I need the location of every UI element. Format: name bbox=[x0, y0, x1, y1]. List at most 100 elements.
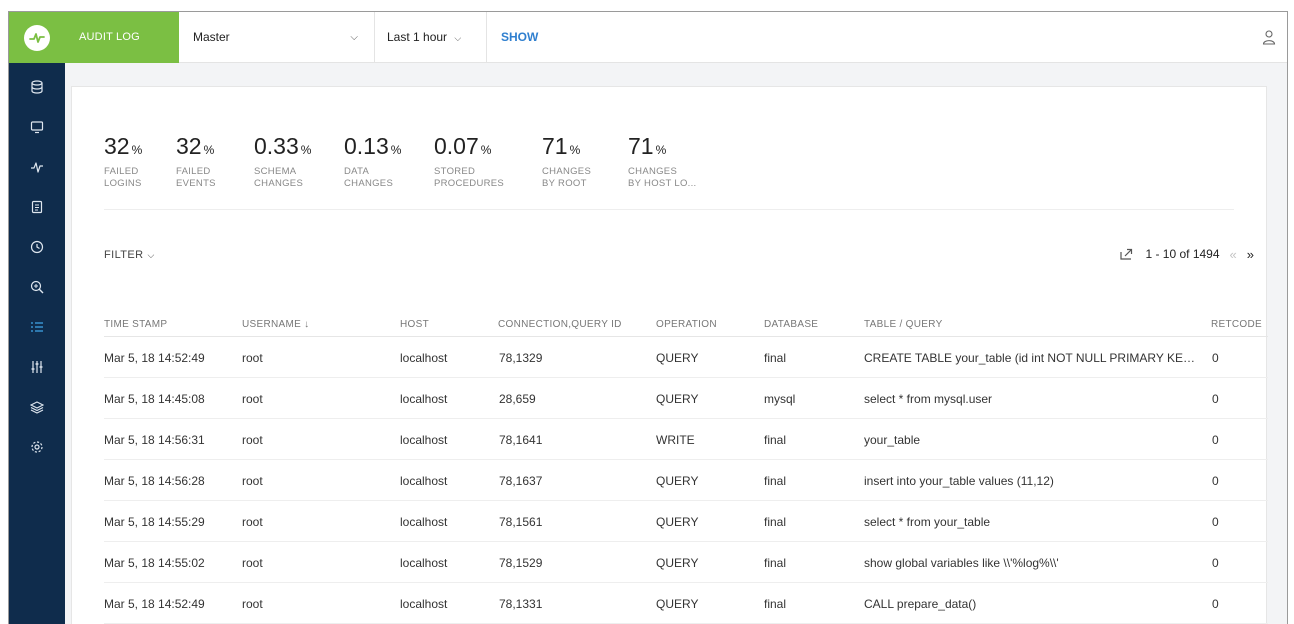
column-header-username[interactable]: USERNAME ↓ bbox=[242, 319, 309, 330]
sidebar-item-history[interactable] bbox=[9, 227, 65, 267]
audit-log-panel: 32% FAILED LOGINS 32% FAILED EVENTS 0.33% … bbox=[71, 86, 1268, 624]
layers-icon bbox=[30, 401, 44, 414]
column-header-retcode[interactable]: RETCODE bbox=[1211, 319, 1268, 330]
stat-unit: % bbox=[390, 143, 402, 157]
export-icon[interactable] bbox=[1119, 247, 1133, 261]
stat-value: 32 bbox=[104, 133, 130, 159]
column-header-host[interactable]: HOST bbox=[400, 319, 429, 330]
sidebar-item-activity[interactable] bbox=[9, 147, 65, 187]
stat-label: STORED bbox=[434, 166, 476, 177]
stat-schema-changes[interactable]: 0.33% SCHEMA CHANGES bbox=[254, 133, 311, 190]
filter-toggle[interactable]: FILTER ⌵ bbox=[104, 249, 155, 261]
stat-label: LOGINS bbox=[104, 178, 142, 189]
column-header-connection-query-id[interactable]: CONNECTION,QUERY ID bbox=[498, 319, 622, 330]
sidebar-item-document[interactable] bbox=[9, 187, 65, 227]
cell-username: root bbox=[242, 556, 263, 570]
stat-stored-procedures[interactable]: 0.07% STORED PROCEDURES bbox=[434, 133, 504, 190]
cell-operation: QUERY bbox=[656, 351, 699, 365]
stat-value: 0.07 bbox=[434, 133, 479, 159]
cell-database: final bbox=[764, 556, 787, 570]
stat-failed-events[interactable]: 32% FAILED EVENTS bbox=[176, 133, 216, 190]
stat-unit: % bbox=[203, 143, 215, 157]
time-range-select[interactable]: Last 1 hour ⌵ bbox=[375, 12, 487, 63]
stat-label: EVENTS bbox=[176, 178, 216, 189]
sidebar-item-query-analyzer[interactable] bbox=[9, 267, 65, 307]
server-select[interactable]: Master ⌵ bbox=[179, 12, 375, 63]
stat-changes-by-root[interactable]: 71% CHANGES BY ROOT bbox=[542, 133, 591, 190]
divider bbox=[104, 209, 1234, 210]
cell-timestamp: Mar 5, 18 14:52:49 bbox=[104, 597, 205, 611]
cell-database: mysql bbox=[764, 392, 796, 406]
column-header-database[interactable]: DATABASE bbox=[764, 319, 818, 330]
stat-label: PROCEDURES bbox=[434, 178, 505, 189]
table-row[interactable]: Mar 5, 18 14:55:29 root localhost 78,156… bbox=[104, 501, 1268, 542]
sidebar-item-monitor[interactable] bbox=[9, 107, 65, 147]
table-row[interactable]: Mar 5, 18 14:45:08 root localhost 28,659… bbox=[104, 378, 1268, 419]
cell-host: localhost bbox=[400, 351, 448, 365]
cell-database: final bbox=[764, 597, 787, 611]
module-tab-audit-log[interactable]: AUDIT LOG bbox=[65, 12, 179, 63]
table-row[interactable]: Mar 5, 18 14:52:49 root localhost 78,132… bbox=[104, 337, 1268, 378]
sliders-icon bbox=[31, 361, 43, 373]
stat-label: FAILED bbox=[104, 166, 139, 177]
logo-pulse-icon bbox=[24, 24, 50, 51]
show-button[interactable]: SHOW bbox=[487, 12, 552, 63]
cell-timestamp: Mar 5, 18 14:55:02 bbox=[104, 556, 205, 570]
cell-host: localhost bbox=[400, 556, 448, 570]
cell-connection-query-id: 78,1637 bbox=[499, 474, 543, 488]
cell-retcode: 0 bbox=[1212, 351, 1219, 365]
table-row[interactable]: Mar 5, 18 14:55:02 root localhost 78,152… bbox=[104, 542, 1268, 583]
cell-connection-query-id: 28,659 bbox=[499, 392, 536, 406]
cell-connection-query-id: 78,1529 bbox=[499, 556, 543, 570]
table-row[interactable]: Mar 5, 18 14:56:31 root localhost 78,164… bbox=[104, 419, 1268, 460]
cell-table-query: CREATE TABLE your_table (id int NOT NULL… bbox=[864, 351, 1199, 365]
column-header-operation[interactable]: OPERATION bbox=[656, 319, 717, 330]
sidebar-item-layers[interactable] bbox=[9, 387, 65, 427]
stat-label: CHANGES bbox=[254, 178, 304, 189]
app-logo[interactable] bbox=[9, 12, 65, 63]
document-icon bbox=[31, 200, 43, 214]
sidebar-item-audit-log[interactable] bbox=[9, 307, 65, 347]
prev-page-button[interactable]: « bbox=[1230, 247, 1237, 262]
table-row[interactable]: Mar 5, 18 14:56:28 root localhost 78,163… bbox=[104, 460, 1268, 501]
cell-retcode: 0 bbox=[1212, 474, 1219, 488]
cell-username: root bbox=[242, 392, 263, 406]
sidebar-item-database[interactable] bbox=[9, 67, 65, 107]
cell-table-query: your_table bbox=[864, 433, 921, 447]
cell-host: localhost bbox=[400, 433, 448, 447]
stat-value: 0.13 bbox=[344, 133, 389, 159]
time-range-value: Last 1 hour bbox=[387, 30, 448, 44]
stat-data-changes[interactable]: 0.13% DATA CHANGES bbox=[344, 133, 401, 190]
cell-operation: QUERY bbox=[656, 515, 699, 529]
cell-table-query: select * from your_table bbox=[864, 515, 991, 529]
cell-retcode: 0 bbox=[1212, 433, 1219, 447]
sidebar-item-tuning[interactable] bbox=[9, 347, 65, 387]
table-header: TIME STAMP USERNAME ↓ HOST CONNECTION,QU… bbox=[104, 307, 1268, 337]
cell-timestamp: Mar 5, 18 14:56:28 bbox=[104, 474, 205, 488]
column-header-timestamp[interactable]: TIME STAMP bbox=[104, 319, 167, 330]
user-icon[interactable] bbox=[1261, 29, 1277, 45]
stat-value: 0.33 bbox=[254, 133, 299, 159]
monitor-icon bbox=[30, 121, 44, 134]
cell-connection-query-id: 78,1641 bbox=[499, 433, 543, 447]
cell-connection-query-id: 78,1329 bbox=[499, 351, 543, 365]
top-bar: AUDIT LOG Master ⌵ Last 1 hour ⌵ SHOW bbox=[9, 12, 1287, 63]
cell-host: localhost bbox=[400, 597, 448, 611]
stat-value: 71 bbox=[542, 133, 568, 159]
table-row[interactable]: Mar 5, 18 14:52:49 root localhost 78,133… bbox=[104, 583, 1268, 624]
zoom-icon bbox=[30, 280, 44, 294]
cell-host: localhost bbox=[400, 474, 448, 488]
stat-failed-logins[interactable]: 32% FAILED LOGINS bbox=[104, 133, 142, 190]
column-header-table-query[interactable]: TABLE / QUERY bbox=[864, 319, 1199, 330]
list-icon bbox=[31, 322, 43, 332]
sidebar-item-settings[interactable] bbox=[9, 427, 65, 467]
cell-username: root bbox=[242, 351, 263, 365]
cell-username: root bbox=[242, 433, 263, 447]
stat-changes-by-host[interactable]: 71% CHANGES BY HOST LO... bbox=[628, 133, 697, 190]
sidebar bbox=[9, 63, 65, 624]
cell-timestamp: Mar 5, 18 14:45:08 bbox=[104, 392, 205, 406]
next-page-button[interactable]: » bbox=[1247, 247, 1254, 262]
cell-connection-query-id: 78,1561 bbox=[499, 515, 543, 529]
cell-operation: WRITE bbox=[656, 433, 695, 447]
stat-label: BY HOST LO... bbox=[628, 178, 697, 189]
